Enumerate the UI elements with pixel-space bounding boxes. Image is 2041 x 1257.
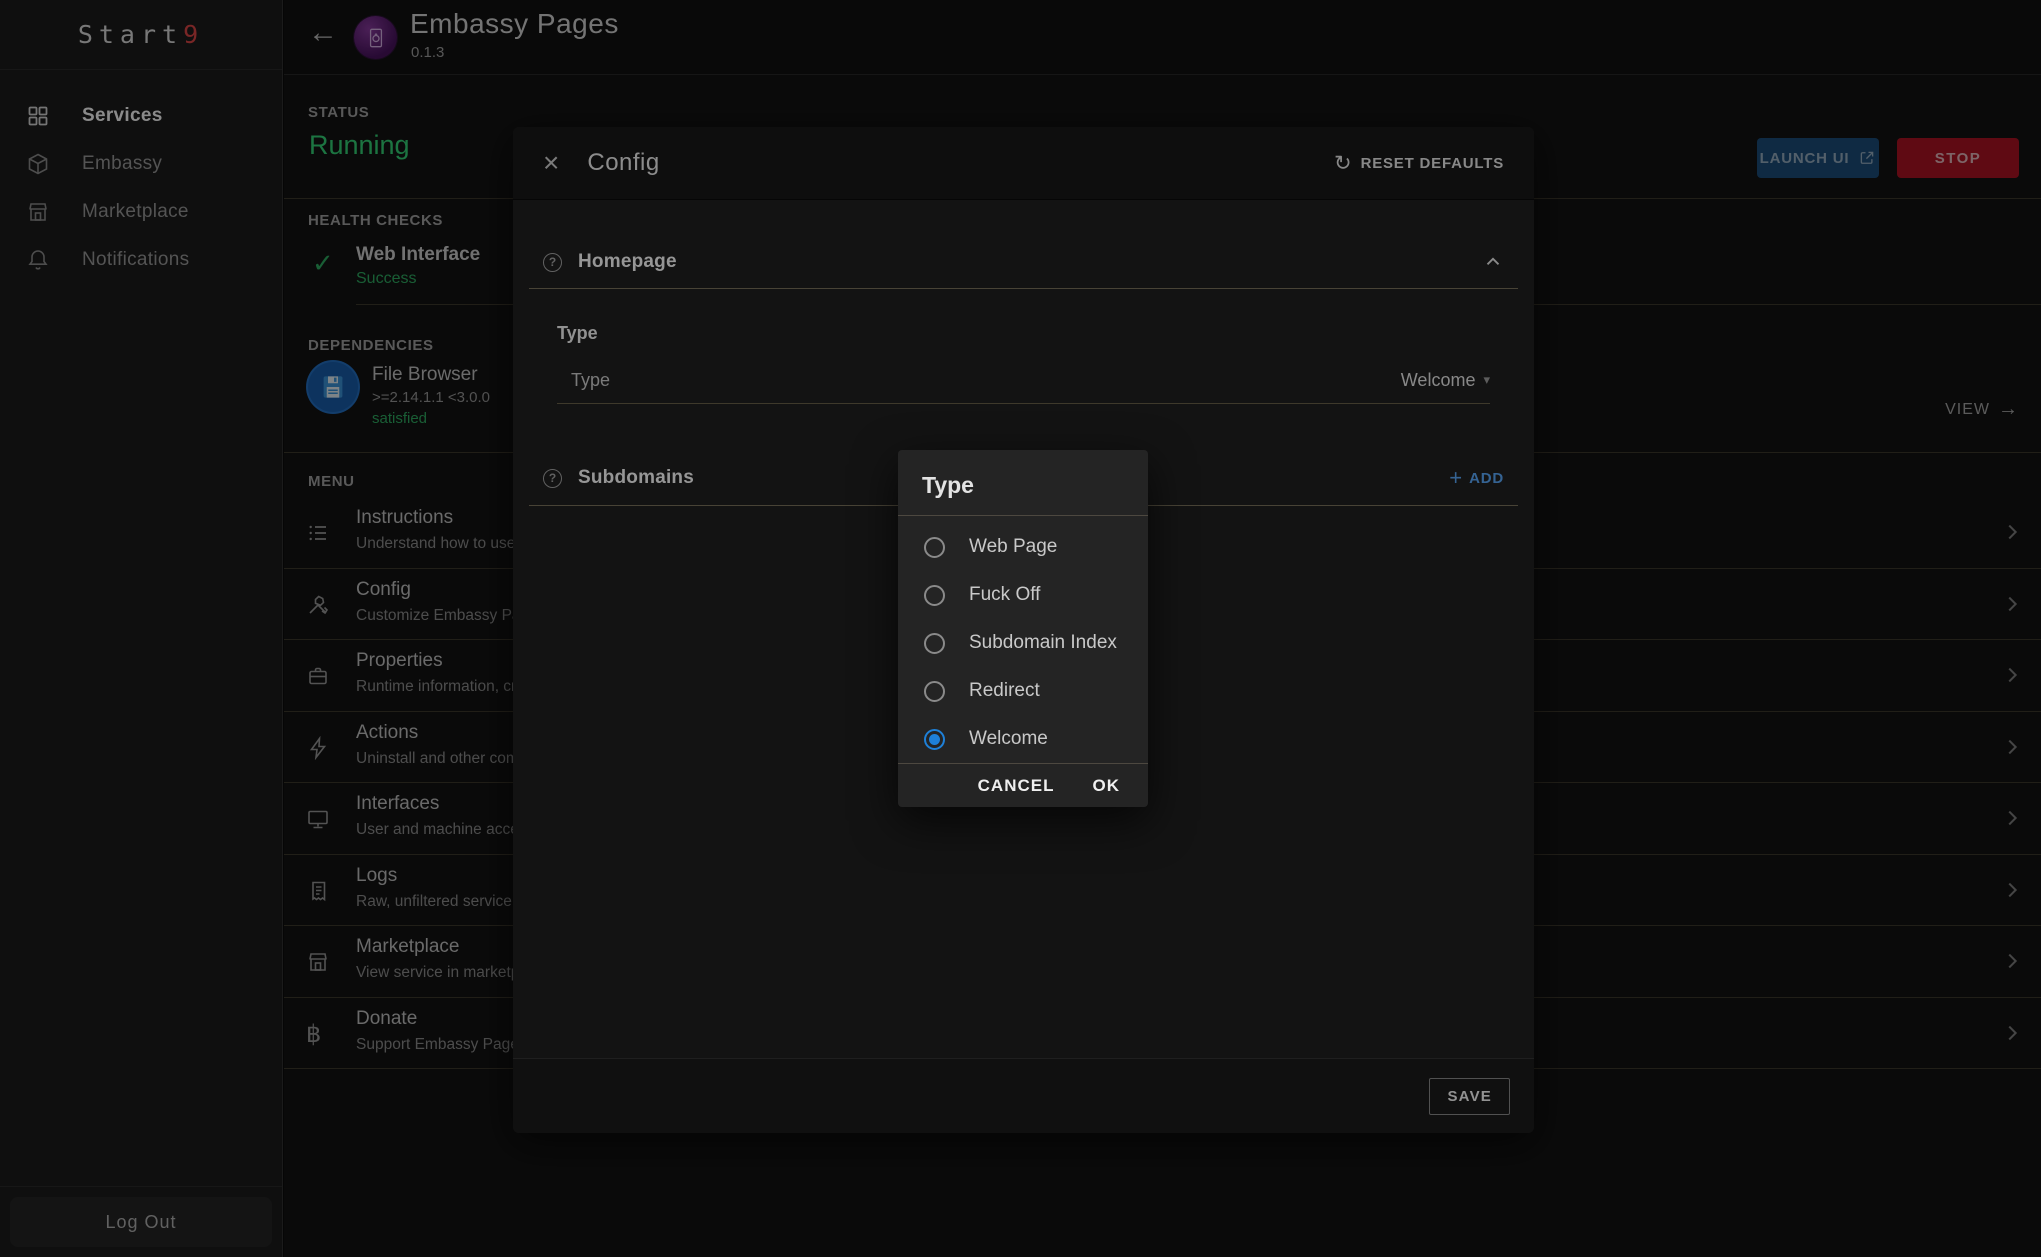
option-label: Web Page (969, 536, 1057, 558)
option-label: Welcome (969, 728, 1048, 750)
ok-button[interactable]: OK (1093, 776, 1121, 796)
type-dialog: Type Web Page Fuck Off Subdomain Index R… (898, 450, 1148, 807)
radio-icon[interactable] (924, 633, 945, 654)
option-label: Fuck Off (969, 584, 1040, 606)
option-label: Subdomain Index (969, 632, 1117, 654)
screen: Start9 Services Embassy Marketplace (0, 0, 2041, 1257)
radio-icon[interactable] (924, 537, 945, 558)
dialog-buttons: CANCEL OK (898, 763, 1148, 807)
radio-option-welcome[interactable]: Welcome (898, 715, 1148, 763)
cancel-button[interactable]: CANCEL (978, 776, 1055, 796)
dialog-options: Web Page Fuck Off Subdomain Index Redire… (898, 516, 1148, 763)
radio-selected-icon[interactable] (924, 729, 945, 750)
radio-option-redirect[interactable]: Redirect (898, 667, 1148, 715)
radio-option-fuck-off[interactable]: Fuck Off (898, 571, 1148, 619)
dialog-title: Type (898, 450, 1148, 516)
radio-option-web-page[interactable]: Web Page (898, 523, 1148, 571)
radio-option-subdomain-index[interactable]: Subdomain Index (898, 619, 1148, 667)
radio-icon[interactable] (924, 681, 945, 702)
radio-icon[interactable] (924, 585, 945, 606)
option-label: Redirect (969, 680, 1040, 702)
